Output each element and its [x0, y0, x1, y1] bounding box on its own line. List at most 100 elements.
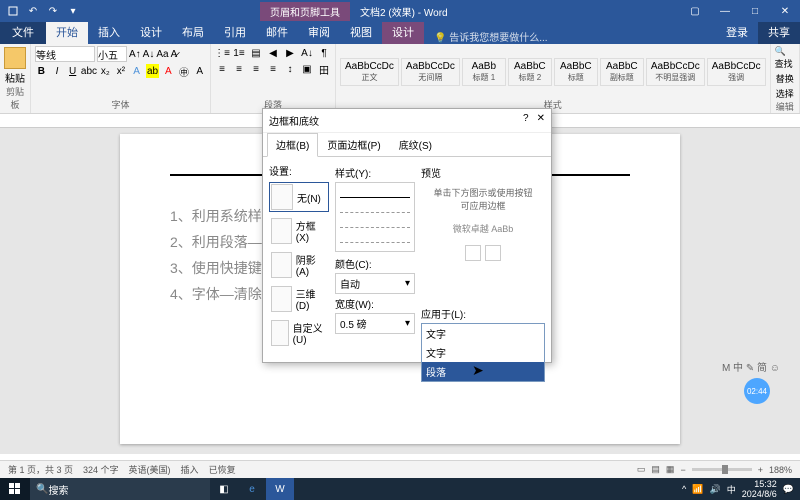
preview-top-btn[interactable] [465, 245, 481, 261]
tab-page-border[interactable]: 页面边框(P) [318, 133, 389, 156]
setting-box[interactable]: 方框(X) [269, 216, 329, 246]
styles-gallery[interactable]: AaBbCcDc正文AaBbCcDc无间隔AaBb标题 1AaBbC标题 2Aa… [340, 46, 766, 98]
tab-design[interactable]: 设计 [130, 20, 172, 44]
font-size-input[interactable] [97, 46, 127, 62]
setting-3d[interactable]: 三维(D) [269, 284, 329, 314]
multilevel-icon[interactable]: ▤ [249, 46, 263, 60]
start-button[interactable] [0, 478, 30, 500]
page-status[interactable]: 第 1 页，共 3 页 [8, 463, 73, 476]
char-border-icon[interactable]: A [193, 64, 206, 78]
notification-icon[interactable]: 💬 [783, 484, 794, 495]
tab-insert[interactable]: 插入 [88, 20, 130, 44]
indent-dec-icon[interactable]: ◀ [266, 46, 280, 60]
style-item[interactable]: AaBb标题 1 [462, 58, 506, 86]
tray-network-icon[interactable]: 📶 [692, 484, 703, 495]
setting-shadow[interactable]: 阴影(A) [269, 250, 329, 280]
align-center-icon[interactable]: ≡ [232, 62, 246, 76]
zoom-out-icon[interactable]: − [680, 465, 685, 475]
undo-icon[interactable]: ↶ [26, 4, 40, 18]
zoom-in-icon[interactable]: + [758, 465, 763, 475]
style-item[interactable]: AaBbC标题 2 [508, 58, 552, 86]
zoom-value[interactable]: 188% [769, 465, 792, 475]
grow-font-icon[interactable]: A↑ [129, 49, 141, 60]
view-print-icon[interactable]: ▤ [651, 464, 660, 475]
bold-icon[interactable]: B [35, 64, 48, 78]
tab-shading[interactable]: 底纹(S) [390, 133, 441, 156]
replace-button[interactable]: 替换 [776, 72, 794, 85]
strike-icon[interactable]: abc [82, 64, 96, 78]
tab-layout[interactable]: 布局 [172, 20, 214, 44]
share-button[interactable]: 共享 [758, 20, 800, 44]
paste-button[interactable]: 粘贴 [4, 47, 26, 85]
borders-icon[interactable]: 田 [317, 62, 331, 76]
dialog-close-icon[interactable]: ✕ [537, 113, 545, 124]
save-icon[interactable] [6, 4, 20, 18]
edge-icon[interactable]: e [238, 478, 266, 500]
phonetic-icon[interactable]: ㊥ [178, 64, 191, 78]
insert-mode[interactable]: 插入 [181, 463, 199, 476]
taskbar-search[interactable]: 🔍 搜索 [30, 478, 210, 500]
tell-me-search[interactable]: 💡 告诉我您想要做什么... [434, 29, 548, 44]
view-read-icon[interactable]: ▭ [637, 464, 646, 475]
ribbon-options-icon[interactable]: ▢ [680, 0, 710, 22]
apply-opt-selected[interactable]: 文字 [422, 324, 544, 343]
tab-references[interactable]: 引用 [214, 20, 256, 44]
setting-none[interactable]: 无(N) [269, 182, 329, 212]
dialog-help-icon[interactable]: ? [523, 113, 529, 124]
tab-header-design[interactable]: 设计 [382, 20, 424, 44]
line-spacing-icon[interactable]: ↕ [283, 62, 297, 76]
login-button[interactable]: 登录 [716, 20, 758, 44]
ime-toggle[interactable]: 中 [727, 483, 736, 496]
justify-icon[interactable]: ≡ [266, 62, 280, 76]
apply-to-select[interactable]: 文字 文字 段落 ➤ [421, 323, 545, 382]
setting-custom[interactable]: 自定义(U) [269, 318, 329, 348]
style-item[interactable]: AaBbC标题 [554, 58, 598, 86]
superscript-icon[interactable]: x² [115, 64, 128, 78]
font-color-icon[interactable]: A [162, 64, 175, 78]
preview-bottom-btn[interactable] [485, 245, 501, 261]
underline-icon[interactable]: U [66, 64, 79, 78]
align-right-icon[interactable]: ≡ [249, 62, 263, 76]
tab-view[interactable]: 视图 [340, 20, 382, 44]
change-case-icon[interactable]: Aa [156, 49, 168, 60]
style-item[interactable]: AaBbCcDc不明显强调 [646, 58, 705, 86]
tray-chevron-icon[interactable]: ^ [682, 484, 686, 494]
numbering-icon[interactable]: 1≡ [232, 46, 246, 60]
italic-icon[interactable]: I [51, 64, 64, 78]
clock[interactable]: 15:32 2024/8/6 [742, 479, 777, 499]
language-status[interactable]: 英语(美国) [129, 463, 171, 476]
file-tab[interactable]: 文件 [0, 20, 46, 44]
select-button[interactable]: 选择 [776, 87, 794, 100]
text-effects-icon[interactable]: A [130, 64, 143, 78]
shading-icon[interactable]: ▣ [300, 62, 314, 76]
font-name-input[interactable] [35, 46, 95, 62]
tab-borders[interactable]: 边框(B) [267, 133, 318, 157]
task-view-icon[interactable]: ◧ [210, 478, 238, 500]
style-listbox[interactable] [335, 182, 415, 252]
style-item[interactable]: AaBbC副标题 [600, 58, 644, 86]
tab-review[interactable]: 审阅 [298, 20, 340, 44]
style-item[interactable]: AaBbCcDc正文 [340, 58, 399, 86]
highlight-icon[interactable]: ab [146, 64, 159, 78]
tab-home[interactable]: 开始 [46, 20, 88, 44]
style-item[interactable]: AaBbCcDc无间隔 [401, 58, 460, 86]
bullets-icon[interactable]: ⋮≡ [215, 46, 229, 60]
tray-volume-icon[interactable]: 🔊 [710, 484, 721, 495]
redo-icon[interactable]: ↷ [46, 4, 60, 18]
maximize-icon[interactable]: □ [740, 0, 770, 22]
width-select[interactable]: 0.5 磅▾ [335, 313, 415, 334]
subscript-icon[interactable]: x₂ [99, 64, 112, 78]
word-count[interactable]: 324 个字 [83, 463, 119, 476]
indent-inc-icon[interactable]: ▶ [283, 46, 297, 60]
word-taskbar-icon[interactable]: W [266, 478, 294, 500]
shrink-font-icon[interactable]: A↓ [143, 49, 155, 60]
color-select[interactable]: 自动▾ [335, 273, 415, 294]
find-button[interactable]: 🔍 查找 [775, 46, 795, 70]
zoom-slider[interactable] [692, 468, 752, 471]
clear-format-icon[interactable]: A̷ [171, 49, 178, 60]
align-left-icon[interactable]: ≡ [215, 62, 229, 76]
style-item[interactable]: AaBbCcDc强调 [707, 58, 766, 86]
tab-mailings[interactable]: 邮件 [256, 20, 298, 44]
qat-more-icon[interactable]: ▾ [66, 4, 80, 18]
apply-opt-text[interactable]: 文字 [422, 343, 544, 362]
